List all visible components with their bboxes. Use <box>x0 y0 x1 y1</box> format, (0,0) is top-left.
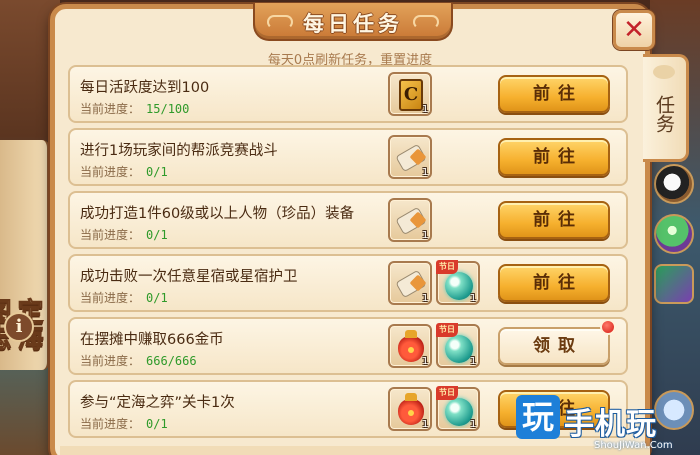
task-progress: 当前进度： 666/666 <box>80 352 197 369</box>
reward-count: 1 <box>421 356 428 367</box>
festival-tag: 节日 <box>436 323 458 337</box>
notification-dot <box>600 319 616 335</box>
progress-label: 当前进度： <box>80 165 141 179</box>
reward-count: 1 <box>469 293 476 304</box>
go-button[interactable]: 前往 <box>498 264 610 302</box>
reward-item[interactable]: 节日 1 <box>436 260 480 305</box>
reward-item[interactable]: 1 <box>388 135 432 179</box>
progress-value: 0/1 <box>146 228 168 242</box>
reward-count: 1 <box>421 104 428 115</box>
progress-value: 15/100 <box>146 102 190 116</box>
jade-orb-icon[interactable] <box>654 214 694 254</box>
task-row: 进行1场玩家间的帮派竞赛战斗 当前进度： 0/1 1 前往 <box>68 128 628 186</box>
go-button[interactable]: 前往 <box>498 75 610 113</box>
festival-tag: 节日 <box>436 260 458 274</box>
progress-label: 当前进度： <box>80 354 141 368</box>
task-name: 参与“定海之弈”关卡1次 <box>80 395 235 411</box>
reward-item[interactable]: 1 <box>388 324 432 368</box>
go-button[interactable]: 前往 <box>498 201 610 239</box>
progress-value: 0/1 <box>146 291 168 305</box>
dialog-title: 每日任务 <box>303 12 403 36</box>
reward-item[interactable]: 节日 1 <box>436 386 480 431</box>
info-icon[interactable]: i <box>4 312 34 342</box>
reward-count: 1 <box>421 230 428 241</box>
lucky-bag-icon <box>398 393 424 425</box>
reward-item[interactable]: 1 <box>388 261 432 305</box>
yin-yang-icon[interactable] <box>654 164 694 204</box>
watermark-url: ShouJiWan.Com <box>594 440 673 451</box>
close-icon: ✕ <box>623 15 645 45</box>
tab-tasks-label: 任务 <box>653 95 675 133</box>
progress-value: 0/1 <box>146 165 168 179</box>
task-row: 成功打造1件60级或以上人物（珍品）装备 当前进度： 0/1 1 前往 <box>68 191 628 249</box>
task-progress: 当前进度： 0/1 <box>80 415 168 432</box>
lucky-bag-icon <box>398 330 424 362</box>
tab-ornament-icon <box>653 65 675 79</box>
progress-value: 0/1 <box>146 417 168 431</box>
task-progress: 当前进度： 15/100 <box>80 100 189 117</box>
reward-item[interactable]: 节日 1 <box>436 323 480 368</box>
reward-item[interactable]: 1 <box>388 387 432 431</box>
pearl-icon <box>445 335 473 363</box>
gift-icon[interactable] <box>654 264 694 304</box>
gold-card-icon: C <box>399 79 423 111</box>
title-banner: 每日任务 <box>253 3 453 41</box>
progress-label: 当前进度： <box>80 417 141 431</box>
watermark-text: 手机玩 <box>564 407 657 442</box>
task-row: 在摆摊中赚取666金币 当前进度： 666/666 1 节日 1 领取 <box>68 317 628 375</box>
go-button[interactable]: 前往 <box>498 138 610 176</box>
task-name: 进行1场玩家间的帮派竞赛战斗 <box>80 143 278 159</box>
close-button[interactable]: ✕ <box>613 10 655 50</box>
progress-label: 当前进度： <box>80 228 141 242</box>
task-name: 每日活跃度达到100 <box>80 80 210 96</box>
task-row: 每日活跃度达到100 当前进度： 15/100 C 1 前往 <box>68 65 628 123</box>
progress-value: 666/666 <box>146 354 197 368</box>
claim-button[interactable]: 领取 <box>498 327 610 365</box>
reward-count: 1 <box>421 167 428 178</box>
reward-count: 1 <box>421 419 428 430</box>
task-progress: 当前进度： 0/1 <box>80 289 168 306</box>
task-name: 成功打造1件60级或以上人物（珍品）装备 <box>80 206 355 222</box>
reward-count: 1 <box>469 419 476 430</box>
reward-count: 1 <box>469 356 476 367</box>
pearl-icon <box>445 272 473 300</box>
progress-label: 当前进度： <box>80 102 141 116</box>
reward-count: 1 <box>421 293 428 304</box>
watermark-logo-box: 玩 <box>516 395 560 439</box>
task-row: 成功击败一次任意星宿或星宿护卫 当前进度： 0/1 1 节日 1 前往 <box>68 254 628 312</box>
task-name: 成功击败一次任意星宿或星宿护卫 <box>80 269 298 285</box>
reward-item[interactable]: 1 <box>388 198 432 242</box>
reward-item[interactable]: C1 <box>388 72 432 116</box>
task-name: 在摆摊中赚取666金币 <box>80 332 224 348</box>
pearl-icon <box>445 398 473 426</box>
festival-tag: 节日 <box>436 386 458 400</box>
tab-tasks[interactable]: 任务 <box>643 54 689 162</box>
task-progress: 当前进度： 0/1 <box>80 226 168 243</box>
task-progress: 当前进度： 0/1 <box>80 163 168 180</box>
progress-label: 当前进度： <box>80 291 141 305</box>
watermark-logo: 玩 手机玩 ShouJiWan.Com <box>510 393 700 455</box>
